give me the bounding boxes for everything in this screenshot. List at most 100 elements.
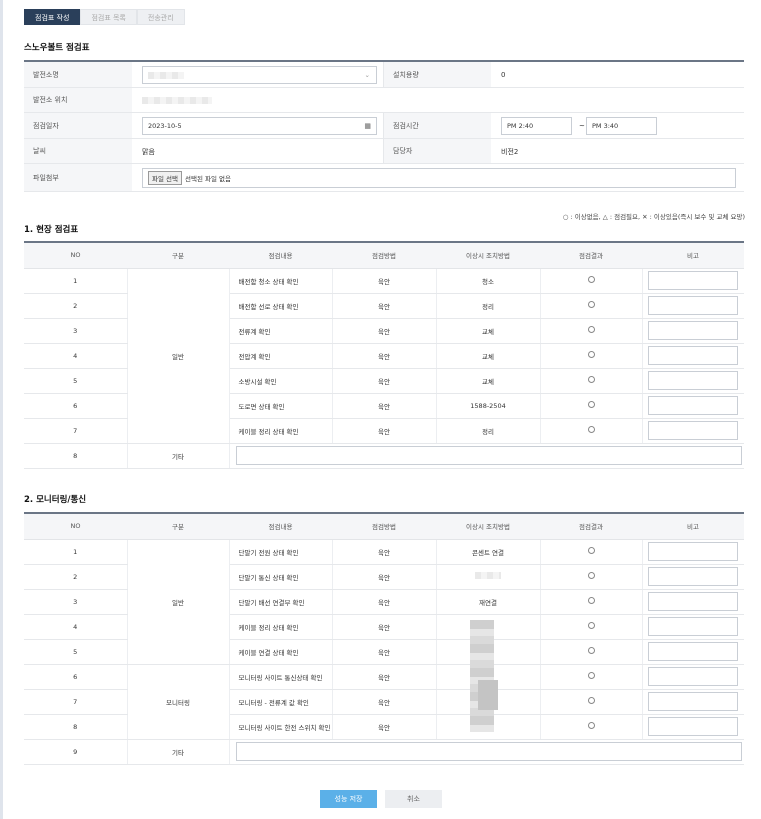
result-radio[interactable]: [587, 376, 595, 383]
row-category: 일반: [127, 539, 230, 665]
weather-value: 맑음: [142, 147, 155, 156]
row-no: 4: [24, 343, 128, 369]
tab-write[interactable]: 점검표 작성: [24, 9, 81, 25]
row-method: 육안: [332, 714, 437, 740]
result-radio[interactable]: [587, 326, 595, 333]
row-no: 1: [24, 539, 128, 565]
col-method: 점검방법: [332, 512, 436, 540]
row-result: [540, 639, 643, 665]
row-action: 재연결: [436, 589, 541, 615]
file-select-button[interactable]: 파일 선택: [148, 171, 182, 185]
note-input[interactable]: [648, 271, 739, 290]
col-category: 구분: [127, 241, 229, 269]
row-no: 8: [24, 443, 128, 469]
note-input[interactable]: [648, 667, 739, 686]
row-action: 정리: [436, 293, 541, 319]
time-start-input[interactable]: PM 2:40: [501, 117, 572, 135]
row-content: 모니터링 사이트 한전 스위치 확인: [229, 714, 333, 740]
row-category: 기타: [127, 443, 230, 469]
calendar-icon[interactable]: ▦: [364, 122, 371, 130]
row-method: 육안: [332, 689, 437, 715]
row-content: 단말기 배선 연결부 확인: [229, 589, 333, 615]
note-input[interactable]: [648, 642, 739, 661]
result-radio[interactable]: [587, 572, 595, 579]
etc-cell: [229, 443, 744, 469]
info-row-date: 점검일자 2023-10-5 ▦ 점검시간 PM 2:40 ~ PM 3:40: [24, 113, 744, 139]
row-no: 9: [24, 739, 128, 765]
note-input[interactable]: [648, 592, 739, 611]
result-radio[interactable]: [587, 276, 595, 283]
note-input[interactable]: [648, 371, 739, 390]
row-method: 육안: [332, 639, 437, 665]
col-method: 점검방법: [332, 241, 436, 269]
result-radio[interactable]: [587, 401, 595, 408]
row-note: [642, 664, 744, 690]
row-no: 1: [24, 268, 128, 294]
row-content: 모니터링 사이트 통신상태 확인: [229, 664, 333, 690]
note-input[interactable]: [648, 542, 739, 561]
note-input[interactable]: [648, 346, 739, 365]
row-result: [540, 564, 643, 590]
col-no: NO: [24, 241, 127, 269]
result-radio[interactable]: [587, 622, 595, 629]
col-content: 점검내용: [229, 512, 332, 540]
result-radio[interactable]: [587, 426, 595, 433]
result-radio[interactable]: [587, 697, 595, 704]
row-no: 4: [24, 614, 128, 640]
row-result: [540, 539, 643, 565]
section2-title: 2. 모니터링/통신: [24, 495, 87, 505]
capacity-label: 설치용량: [383, 62, 491, 87]
row-note: [642, 393, 744, 419]
table-header-row: NO 구분 점검내용 점검방법 이상시 조치방법 점검결과 비고: [24, 241, 744, 269]
row-result: [540, 418, 643, 444]
save-button[interactable]: 성능 저장: [320, 790, 377, 808]
result-radio[interactable]: [587, 672, 595, 679]
row-note: [642, 539, 744, 565]
row-action: 1588-2504: [436, 393, 541, 419]
table-row-etc: 8 기타: [24, 443, 744, 469]
row-result: [540, 293, 643, 319]
row-action: 교체: [436, 343, 541, 369]
note-input[interactable]: [648, 321, 739, 340]
row-result: [540, 343, 643, 369]
row-note: [642, 343, 744, 369]
row-method: 육안: [332, 664, 437, 690]
note-input[interactable]: [648, 396, 739, 415]
row-method: 육안: [332, 614, 437, 640]
note-input[interactable]: [648, 717, 739, 736]
row-content: 모니터링 - 전류계 값 확인: [229, 689, 333, 715]
row-note: [642, 589, 744, 615]
cancel-button[interactable]: 취소: [385, 790, 442, 808]
row-method: 육안: [332, 293, 437, 319]
result-radio[interactable]: [587, 351, 595, 358]
col-action: 이상시 조치방법: [436, 512, 540, 540]
etc-input[interactable]: [235, 742, 742, 761]
row-result: [540, 614, 643, 640]
result-radio[interactable]: [587, 647, 595, 654]
row-note: [642, 293, 744, 319]
tab-transfer[interactable]: 전송관리: [136, 9, 185, 25]
result-radio[interactable]: [587, 547, 595, 554]
note-input[interactable]: [648, 692, 739, 711]
row-result: [540, 689, 643, 715]
etc-input[interactable]: [235, 446, 742, 465]
row-no: 2: [24, 564, 128, 590]
plant-name-select[interactable]: ⌄: [142, 66, 377, 84]
result-radio[interactable]: [587, 597, 595, 604]
file-input[interactable]: 파일 선택 선택된 파일 없음: [142, 168, 736, 188]
result-radio[interactable]: [587, 722, 595, 729]
row-result: [540, 664, 643, 690]
date-input[interactable]: 2023-10-5 ▦: [142, 117, 377, 135]
table-header-row: NO 구분 점검내용 점검방법 이상시 조치방법 점검결과 비고: [24, 512, 744, 540]
blurred-action: [475, 572, 501, 579]
result-radio[interactable]: [587, 301, 595, 308]
note-input[interactable]: [648, 296, 739, 315]
row-content: 전압계 확인: [229, 343, 333, 369]
tab-list[interactable]: 점검표 목록: [80, 9, 137, 25]
note-input[interactable]: [648, 567, 739, 586]
note-input[interactable]: [648, 617, 739, 636]
row-category: 모니터링: [127, 664, 230, 740]
redaction-mosaic: [470, 620, 494, 732]
note-input[interactable]: [648, 421, 739, 440]
time-end-input[interactable]: PM 3:40: [586, 117, 657, 135]
